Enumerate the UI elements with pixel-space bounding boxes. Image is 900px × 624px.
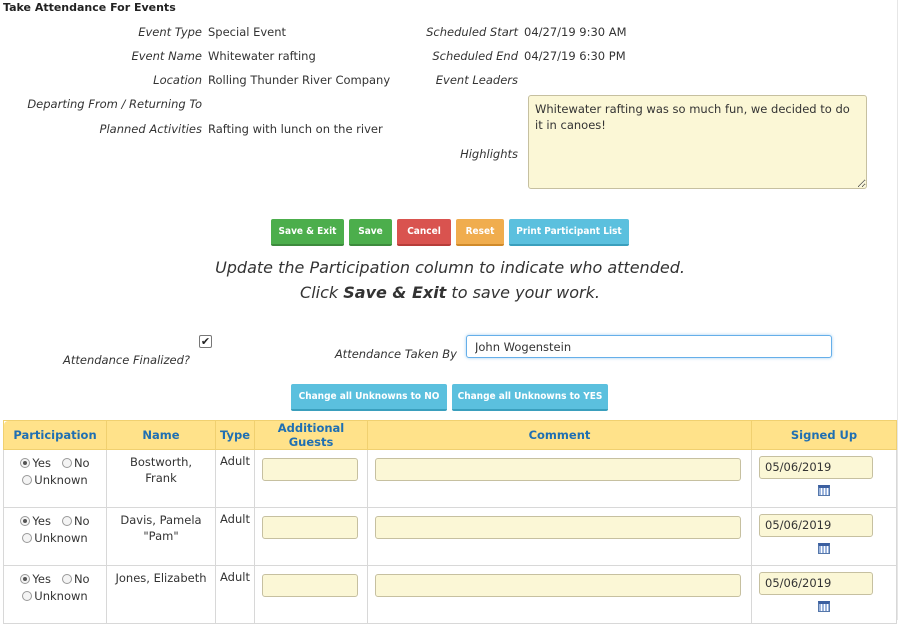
header-name[interactable]: Name: [106, 420, 216, 450]
attendance-finalized-label: Attendance Finalized?: [63, 353, 190, 367]
attendance-finalized-checkbox[interactable]: ✔: [199, 335, 212, 348]
yes-radio[interactable]: [20, 458, 31, 468]
highlights-textarea[interactable]: Whitewater rafting was so much fun, we d…: [528, 95, 867, 189]
event-name-label: Event Name: [131, 49, 202, 63]
signed-up-cell: 05/06/2019: [751, 449, 897, 508]
scheduled-start-value: 04/27/19 9:30 AM: [524, 25, 627, 39]
comment-input[interactable]: [375, 516, 741, 539]
save-exit-emphasis: Save & Exit: [343, 283, 447, 302]
participation-cell: Yes No Unknown: [3, 565, 107, 624]
type-cell: Adult: [215, 449, 255, 508]
no-radio[interactable]: [61, 574, 72, 584]
yes-radio[interactable]: [20, 516, 31, 526]
type-cell: Adult: [215, 507, 255, 566]
attendance-taken-by-input[interactable]: [466, 335, 832, 358]
event-name-value: Whitewater rafting: [208, 49, 316, 63]
guests-cell: [254, 449, 368, 508]
additional-guests-input[interactable]: [262, 574, 358, 597]
type-cell: Adult: [215, 565, 255, 624]
location-value: Rolling Thunder River Company: [208, 73, 391, 87]
change-unknowns-to-no-button[interactable]: Change all Unknowns to NO: [291, 384, 447, 411]
scheduled-end-value: 04/27/19 6:30 PM: [524, 49, 626, 63]
activities-value: Rafting with lunch on the river: [208, 122, 383, 136]
no-radio[interactable]: [61, 516, 72, 526]
event-type-value: Special Event: [208, 25, 287, 39]
no-radio[interactable]: [61, 458, 72, 468]
calendar-icon[interactable]: [818, 543, 830, 554]
attendance-taken-by-label: Attendance Taken By: [334, 347, 457, 361]
name-cell: Jones, Elizabeth: [106, 565, 216, 624]
signed-up-cell: 05/06/2019: [751, 565, 897, 624]
page-edge-divider: [897, 0, 898, 620]
location-label: Location: [153, 73, 202, 87]
table-row: Yes No Unknown Jones, Elizabeth Adult 05…: [3, 565, 897, 624]
scheduled-end-label: Scheduled End: [432, 49, 518, 63]
signed-up-cell: 05/06/2019: [751, 507, 897, 566]
page-title: Take Attendance For Events: [3, 1, 176, 14]
unknown-radio[interactable]: [22, 475, 33, 485]
additional-guests-input[interactable]: [262, 516, 358, 539]
header-comment[interactable]: Comment: [367, 420, 752, 450]
scheduled-start-label: Scheduled Start: [426, 25, 518, 39]
signed-up-date-input[interactable]: 05/06/2019: [759, 514, 873, 537]
unknown-radio[interactable]: [22, 591, 33, 601]
instructions-line-1: Update the Participation column to indic…: [215, 258, 685, 277]
event-type-label: Event Type: [138, 25, 202, 39]
save-button[interactable]: Save: [349, 219, 392, 246]
comment-cell: [367, 507, 752, 566]
cancel-button[interactable]: Cancel: [397, 219, 451, 246]
comment-input[interactable]: [375, 458, 741, 481]
participation-cell: Yes No Unknown: [3, 449, 107, 508]
reset-button[interactable]: Reset: [456, 219, 504, 246]
table-row: Yes No Unknown Davis, Pamela "Pam" Adult …: [3, 507, 897, 566]
signed-up-date-input[interactable]: 05/06/2019: [759, 456, 873, 479]
activities-label: Planned Activities: [99, 122, 202, 136]
header-signed-up[interactable]: Signed Up: [751, 420, 897, 450]
name-cell: Davis, Pamela "Pam": [106, 507, 216, 566]
yes-radio[interactable]: [20, 574, 31, 584]
save-exit-button[interactable]: Save & Exit: [271, 219, 344, 246]
calendar-icon[interactable]: [818, 601, 830, 612]
highlights-label: Highlights: [460, 147, 518, 161]
comment-input[interactable]: [375, 574, 741, 597]
event-leaders-label: Event Leaders: [435, 73, 518, 87]
departing-label: Departing From / Returning To: [27, 97, 202, 111]
comment-cell: [367, 449, 752, 508]
signed-up-date-input[interactable]: 05/06/2019: [759, 572, 873, 595]
unknown-radio[interactable]: [22, 533, 33, 543]
change-unknowns-to-yes-button[interactable]: Change all Unknowns to YES: [452, 384, 608, 411]
name-cell: Bostworth, Frank: [106, 449, 216, 508]
guests-cell: [254, 507, 368, 566]
participation-cell: Yes No Unknown: [3, 507, 107, 566]
header-type[interactable]: Type: [215, 420, 255, 450]
table-row: Yes No Unknown Bostworth, Frank Adult 05/…: [3, 449, 897, 508]
print-participant-list-button[interactable]: Print Participant List: [509, 219, 629, 246]
header-additional-guests[interactable]: Additional Guests: [254, 420, 368, 450]
calendar-icon[interactable]: [818, 485, 830, 496]
comment-cell: [367, 565, 752, 624]
instructions-line-2: Click Save & Exit to save your work.: [300, 283, 600, 302]
table-header-row: Participation Name Type Additional Guest…: [3, 420, 897, 450]
participants-table: Participation Name Type Additional Guest…: [3, 420, 897, 624]
additional-guests-input[interactable]: [262, 458, 358, 481]
guests-cell: [254, 565, 368, 624]
header-participation[interactable]: Participation: [3, 420, 107, 450]
